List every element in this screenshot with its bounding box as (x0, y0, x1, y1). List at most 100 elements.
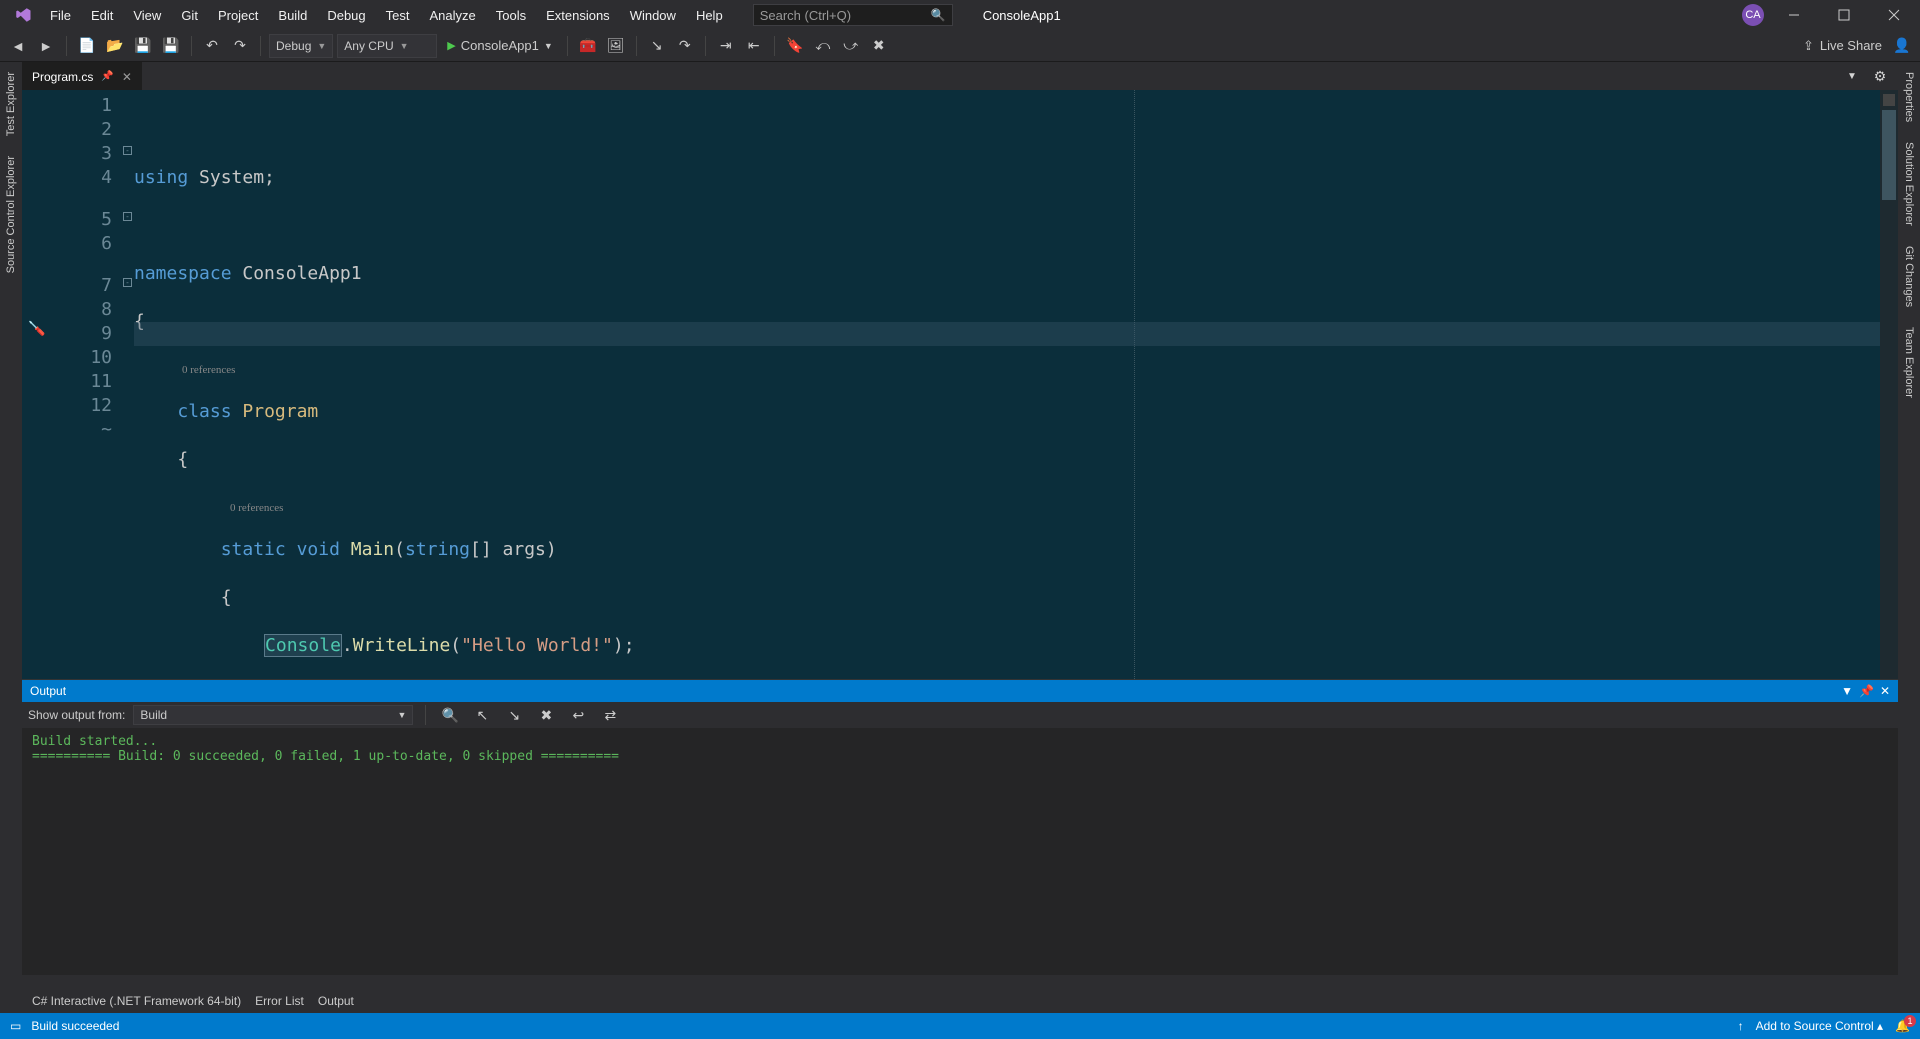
code-editor[interactable]: 🪛 1 2 3 4 5 6 7 8 9 10 11 12 ~ - (22, 90, 1898, 679)
save-all-icon[interactable]: 💾 (159, 34, 183, 58)
new-file-icon[interactable]: 📄 (75, 34, 99, 58)
menu-help[interactable]: Help (686, 2, 733, 29)
rail-git-changes[interactable]: Git Changes (1901, 236, 1917, 317)
menu-test[interactable]: Test (376, 2, 420, 29)
pin-icon[interactable]: 📌 (101, 71, 113, 82)
standard-toolbar: ◄ ► 📄 📂 💾 💾 ↶ ↷ Debug▼ Any CPU▼ ▶ Consol… (0, 30, 1920, 62)
add-to-source-control[interactable]: Add to Source Control ▴ (1756, 1019, 1883, 1033)
notification-count: 1 (1904, 1015, 1916, 1027)
menu-file[interactable]: File (40, 2, 81, 29)
fold-gutter: - - - (122, 90, 134, 679)
window-icon: ▭ (10, 1019, 21, 1033)
editor-scrollbar[interactable] (1880, 90, 1898, 679)
prev-icon[interactable]: ↖ (470, 703, 494, 727)
indent-icon[interactable]: ⇥ (714, 34, 738, 58)
menu-view[interactable]: View (123, 2, 171, 29)
maximize-button[interactable] (1824, 0, 1864, 30)
rail-properties[interactable]: Properties (1901, 62, 1917, 132)
next-icon[interactable]: ↘ (502, 703, 526, 727)
tab-overflow-icon[interactable]: ▼ (1840, 64, 1864, 88)
rail-solution-explorer[interactable]: Solution Explorer (1901, 132, 1917, 236)
chevron-down-icon[interactable]: ▼ (1841, 684, 1853, 698)
pin-icon[interactable]: 📌 (1859, 684, 1874, 698)
redo-icon[interactable]: ↷ (228, 34, 252, 58)
step-into-icon[interactable]: ↘ (645, 34, 669, 58)
outdent-icon[interactable]: ⇤ (742, 34, 766, 58)
live-share-button[interactable]: ⇪ Live Share (1803, 38, 1882, 54)
show-output-from-label: Show output from: (28, 708, 125, 722)
toggle-icon[interactable]: ⇄ (598, 703, 622, 727)
output-h-scrollbar[interactable] (22, 975, 1898, 989)
tab-program-cs[interactable]: Program.cs 📌 ✕ (22, 62, 142, 90)
output-text[interactable]: Build started... ========== Build: 0 suc… (22, 728, 1898, 975)
status-build: Build succeeded (31, 1019, 119, 1033)
search-box[interactable]: Search (Ctrl+Q) 🔍 (753, 4, 953, 26)
code-surface[interactable]: using System; namespace ConsoleApp1 { 0 … (134, 90, 1880, 679)
document-tab-well: Program.cs 📌 ✕ ▼ ⚙ (22, 62, 1898, 90)
live-share-label: Live Share (1820, 38, 1882, 53)
open-file-icon[interactable]: 📂 (103, 34, 127, 58)
minimize-button[interactable] (1774, 0, 1814, 30)
menu-bar: File Edit View Git Project Build Debug T… (0, 0, 1920, 30)
menu-analyze[interactable]: Analyze (419, 2, 485, 29)
user-avatar[interactable]: CA (1742, 4, 1764, 26)
fold-toggle[interactable]: - (123, 278, 132, 287)
undo-icon[interactable]: ↶ (200, 34, 224, 58)
current-line-highlight (134, 322, 1880, 346)
solution-platform-dropdown[interactable]: Any CPU▼ (337, 34, 437, 58)
fold-toggle[interactable]: - (123, 212, 132, 221)
rail-source-control[interactable]: Source Control Explorer (3, 146, 19, 283)
feedback-icon[interactable]: 👤 (1890, 34, 1914, 58)
menu-tools[interactable]: Tools (486, 2, 536, 29)
close-button[interactable] (1874, 0, 1914, 30)
line-number-gutter: 1 2 3 4 5 6 7 8 9 10 11 12 ~ (52, 90, 122, 679)
output-toolbar: Show output from: Build ▼ 🔍 ↖ ↘ ✖ ↩ ⇄ (22, 702, 1898, 728)
menu-git[interactable]: Git (171, 2, 208, 29)
codelens-references[interactable]: 0 references (134, 496, 1880, 514)
solution-platform-value: Any CPU (344, 39, 393, 53)
codelens-references[interactable]: 0 references (134, 358, 1880, 376)
editor-settings-icon[interactable]: ⚙ (1868, 64, 1892, 88)
toolbox-icon[interactable]: 🧰 (576, 34, 600, 58)
tab-error-list[interactable]: Error List (255, 994, 304, 1008)
word-wrap-icon[interactable]: ↩ (566, 703, 590, 727)
start-debug-button[interactable]: ▶ ConsoleApp1 ▼ (441, 34, 558, 58)
show-output-from-dropdown[interactable]: Build ▼ (133, 705, 413, 725)
bookmark-icon[interactable]: 🔖 (783, 34, 807, 58)
selected-symbol[interactable]: Console (264, 634, 342, 657)
tab-label: Program.cs (32, 70, 93, 84)
scroll-thumb[interactable] (1882, 110, 1896, 200)
next-bookmark-icon[interactable]: ⤻ (839, 34, 863, 58)
right-tool-rail: Properties Solution Explorer Git Changes… (1898, 62, 1920, 1013)
rail-test-explorer[interactable]: Test Explorer (3, 62, 19, 146)
tab-output[interactable]: Output (318, 994, 354, 1008)
clear-bookmark-icon[interactable]: ✖ (867, 34, 891, 58)
clear-icon[interactable]: ✖ (534, 703, 558, 727)
solution-config-dropdown[interactable]: Debug▼ (269, 34, 333, 58)
solution-config-value: Debug (276, 39, 311, 53)
nav-back-button[interactable]: ◄ (6, 34, 30, 58)
menu-project[interactable]: Project (208, 2, 268, 29)
menu-debug[interactable]: Debug (317, 2, 375, 29)
step-over-icon[interactable]: ↷ (673, 34, 697, 58)
save-icon[interactable]: 💾 (131, 34, 155, 58)
output-titlebar[interactable]: Output ▼ 📌 ✕ (22, 680, 1898, 702)
upload-icon: ↑ (1738, 1019, 1744, 1033)
find-message-icon[interactable]: 🔍 (438, 703, 462, 727)
lightbulb-icon[interactable]: 🪛 (28, 320, 45, 337)
fold-toggle[interactable]: - (123, 146, 132, 155)
rail-team-explorer[interactable]: Team Explorer (1901, 317, 1917, 408)
tab-csharp-interactive[interactable]: C# Interactive (.NET Framework 64-bit) (32, 994, 241, 1008)
notifications-button[interactable]: 🔔 1 (1895, 1019, 1910, 1033)
nav-fwd-button[interactable]: ► (34, 34, 58, 58)
picture-icon[interactable]: 🖼 (604, 34, 628, 58)
menu-extensions[interactable]: Extensions (536, 2, 620, 29)
split-handle-icon[interactable] (1883, 94, 1895, 106)
menu-edit[interactable]: Edit (81, 2, 123, 29)
prev-bookmark-icon[interactable]: ⤺ (811, 34, 835, 58)
menu-build[interactable]: Build (268, 2, 317, 29)
close-icon[interactable]: ✕ (1880, 684, 1890, 698)
close-tab-icon[interactable]: ✕ (122, 70, 132, 84)
menu-window[interactable]: Window (620, 2, 686, 29)
search-placeholder: Search (Ctrl+Q) (760, 8, 851, 23)
